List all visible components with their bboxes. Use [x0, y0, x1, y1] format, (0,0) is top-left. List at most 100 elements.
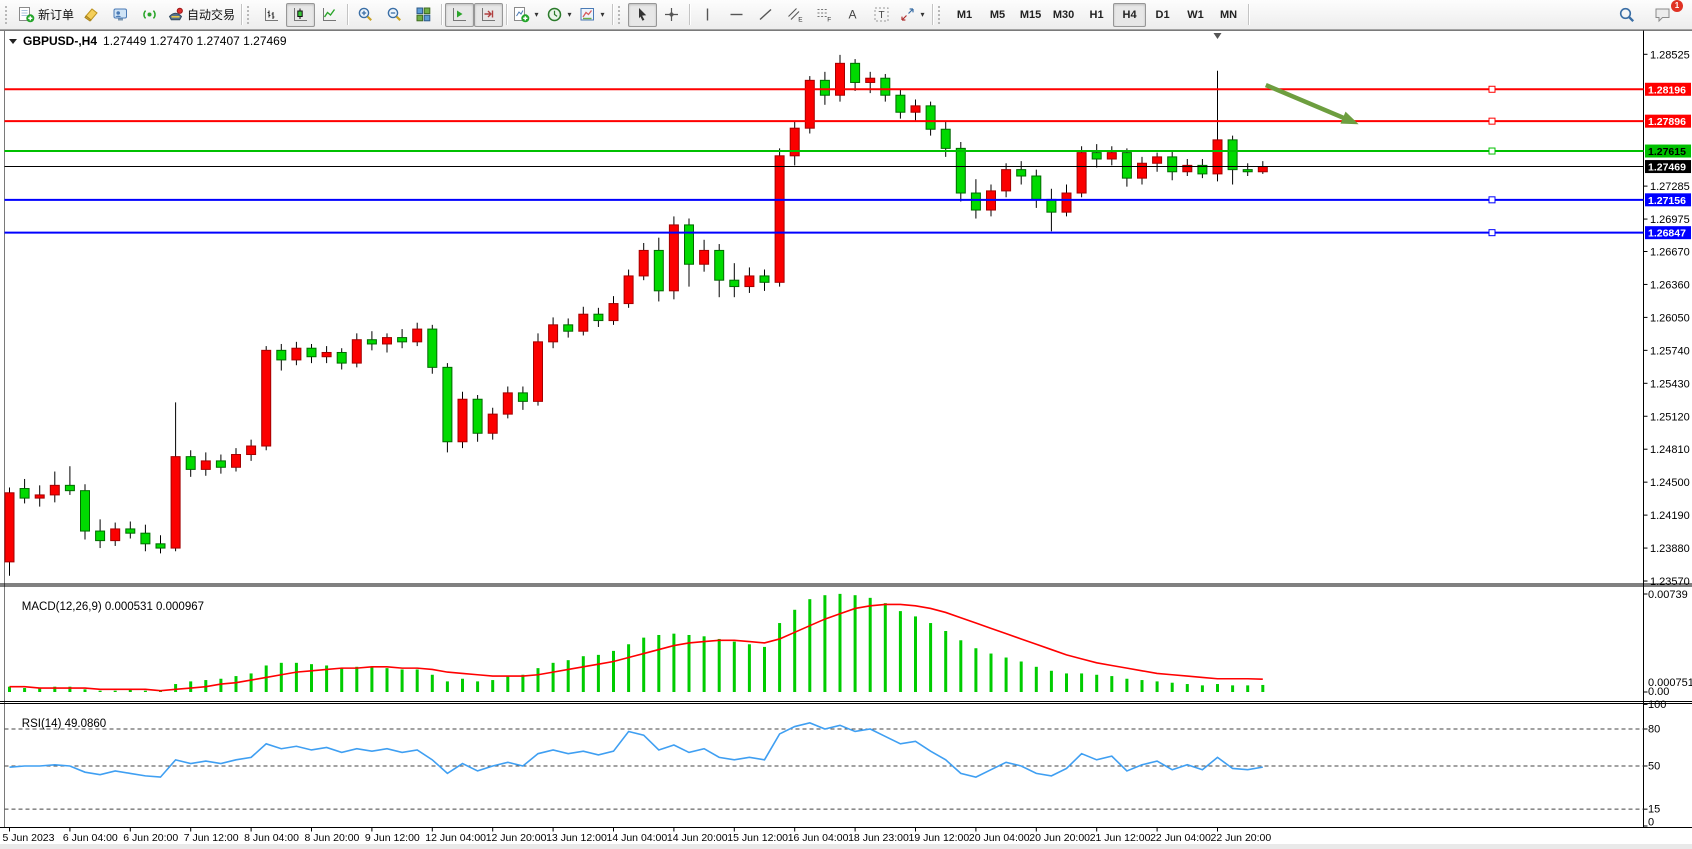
- candle: [216, 461, 225, 467]
- channel-button[interactable]: E: [780, 3, 809, 27]
- macd-histogram-bar: [1110, 676, 1113, 692]
- toolbar-separator: [932, 4, 933, 25]
- time-axis-label: 21 Jun 12:00: [1090, 832, 1151, 844]
- text-label-button[interactable]: T: [867, 3, 896, 27]
- toolbar-grip[interactable]: [247, 6, 253, 24]
- autotrade-button[interactable]: 自动交易: [164, 3, 238, 27]
- templates-dropdown-icon[interactable]: [599, 10, 606, 19]
- price-chart[interactable]: 1.285251.272851.269751.266701.263601.260…: [0, 0, 1692, 849]
- cursor-icon: [634, 6, 651, 23]
- marketwatch-button[interactable]: [106, 3, 135, 27]
- periods-clock-icon: [546, 6, 563, 23]
- zoom-out-button[interactable]: [380, 3, 409, 27]
- arrows-dropdown-icon[interactable]: [919, 10, 926, 19]
- zoom-in-button[interactable]: [351, 3, 380, 27]
- candle: [81, 491, 90, 531]
- macd-histogram-bar: [899, 611, 902, 692]
- periods-dropdown-icon[interactable]: [566, 10, 573, 19]
- time-axis-label: 7 Jun 12:00: [184, 832, 239, 844]
- search-icon: [1618, 6, 1636, 24]
- candle: [65, 485, 74, 490]
- macd-histogram-bar: [446, 681, 449, 692]
- candle: [956, 148, 965, 193]
- candle: [322, 352, 331, 356]
- candlestick-button[interactable]: [286, 3, 315, 27]
- marketwatch-icon: [112, 6, 129, 23]
- autoscroll-button[interactable]: [445, 3, 474, 27]
- periods-button[interactable]: [543, 3, 576, 27]
- tf-m30-button[interactable]: M30: [1047, 3, 1080, 27]
- candle: [262, 350, 271, 446]
- candle: [156, 544, 165, 548]
- time-axis-label: 9 Jun 12:00: [365, 832, 420, 844]
- toolbar-separator: [441, 4, 442, 25]
- candle: [760, 276, 769, 282]
- candle: [352, 340, 361, 363]
- tf-mn-button[interactable]: MN: [1212, 3, 1245, 27]
- horizontal-line-button[interactable]: [722, 3, 751, 27]
- fibonacci-button[interactable]: F: [809, 3, 838, 27]
- crosshair-button[interactable]: [657, 3, 686, 27]
- time-axis-label: 12 Jun 20:00: [486, 832, 547, 844]
- candle: [926, 106, 935, 129]
- bar-chart-button[interactable]: [257, 3, 286, 27]
- indicators-button[interactable]: [510, 3, 543, 27]
- macd-current-value-label: 0.000751: [1648, 677, 1692, 689]
- tile-windows-button[interactable]: [409, 3, 438, 27]
- candle: [247, 446, 256, 455]
- line-drag-handle[interactable]: [1489, 230, 1495, 236]
- text-button[interactable]: A: [838, 3, 867, 27]
- chart-shift-button[interactable]: [474, 3, 503, 27]
- vertical-line-button[interactable]: [693, 3, 722, 27]
- tile-windows-icon: [415, 6, 432, 23]
- line-price-tag-label: 1.27615: [1648, 146, 1686, 158]
- macd-histogram-bar: [929, 623, 932, 692]
- line-drag-handle[interactable]: [1489, 118, 1495, 124]
- candle: [20, 489, 29, 499]
- tf-m5-button[interactable]: M5: [981, 3, 1014, 27]
- tf-w1-button[interactable]: W1: [1179, 3, 1212, 27]
- line-drag-handle[interactable]: [1489, 197, 1495, 203]
- macd-histogram-bar: [642, 638, 645, 692]
- tf-h4-button[interactable]: H4: [1113, 3, 1146, 27]
- search-button[interactable]: [1612, 3, 1641, 27]
- macd-histogram-bar: [1261, 685, 1264, 692]
- candle: [1153, 157, 1162, 163]
- time-axis-label: 19 Jun 12:00: [909, 832, 970, 844]
- toolbar-grip[interactable]: [618, 6, 624, 24]
- candle: [866, 78, 875, 82]
- tf-d1-button[interactable]: D1: [1146, 3, 1179, 27]
- line-drag-handle[interactable]: [1489, 148, 1495, 154]
- macd-histogram-bar: [612, 651, 615, 692]
- macd-histogram-bar: [1125, 679, 1128, 692]
- chart-menu-icon[interactable]: [9, 39, 17, 44]
- tf-m1-button[interactable]: M1: [948, 3, 981, 27]
- fibonacci-icon: F: [815, 6, 832, 23]
- macd-histogram-bar: [914, 616, 917, 692]
- notifications-button[interactable]: 1: [1649, 3, 1678, 27]
- candle: [1122, 153, 1131, 179]
- cursor-button[interactable]: [628, 3, 657, 27]
- toolbar-grip[interactable]: [5, 6, 11, 24]
- toolbar-grip[interactable]: [938, 6, 944, 24]
- toolbar-separator: [506, 4, 507, 25]
- trendline-button[interactable]: [751, 3, 780, 27]
- arrows-button[interactable]: [896, 3, 929, 27]
- line-chart-button[interactable]: [315, 3, 344, 27]
- macd-indicator-label: MACD(12,26,9) 0.000531 0.000967: [9, 589, 204, 625]
- tf-h1-button[interactable]: H1: [1080, 3, 1113, 27]
- arrow-annotation-head[interactable]: [1340, 112, 1358, 125]
- metaeditor-button[interactable]: [77, 3, 106, 27]
- candle: [428, 329, 437, 367]
- price-tick-label: 1.25120: [1650, 411, 1690, 423]
- tf-m15-button[interactable]: M15: [1014, 3, 1047, 27]
- macd-histogram-bar: [748, 644, 751, 692]
- templates-button[interactable]: [576, 3, 609, 27]
- macd-histogram-bar: [265, 665, 268, 692]
- line-drag-handle[interactable]: [1489, 86, 1495, 92]
- chart-shift-marker[interactable]: [1214, 33, 1222, 39]
- indicators-dropdown-icon[interactable]: [533, 10, 540, 19]
- notification-badge: 1: [1671, 0, 1683, 12]
- signals-button[interactable]: [135, 3, 164, 27]
- new-order-button[interactable]: 新订单: [15, 3, 77, 27]
